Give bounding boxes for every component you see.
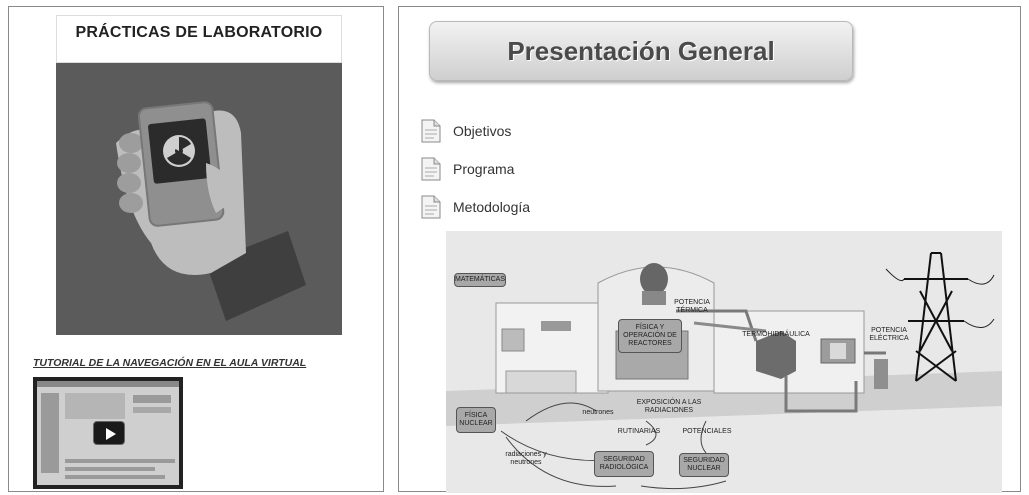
right-panel: Presentación General Objetivos Programa	[398, 6, 1021, 493]
box-seguridad-nuclear[interactable]: SEGURIDAD NUCLEAR	[679, 453, 729, 477]
tutorial-link[interactable]: TUTORIAL DE LA NAVEGACIÓN EN EL AULA VIR…	[33, 357, 306, 369]
label-termohidraulica: TERMOHIDRÁULICA	[742, 331, 810, 338]
menu-label-programa: Programa	[453, 161, 515, 177]
label-exposicion-radiaciones: EXPOSICIÓN A LAS RADIACIONES	[636, 399, 702, 414]
video-sidebar	[41, 393, 59, 473]
menu-label-metodologia: Metodología	[453, 199, 531, 215]
document-icon	[421, 119, 441, 143]
menu-label-objetivos: Objetivos	[453, 123, 512, 139]
menu-item-objetivos[interactable]: Objetivos	[421, 118, 511, 144]
box-matematicas[interactable]: MATEMÁTICAS	[454, 273, 506, 287]
video-block	[65, 475, 165, 479]
video-block	[65, 393, 125, 419]
box-fisica-nuclear[interactable]: FÍSICA NUCLEAR	[456, 407, 496, 433]
play-icon[interactable]	[93, 421, 125, 445]
presentation-header[interactable]: Presentación General	[429, 21, 853, 81]
label-potencia-electrica: POTENCIA ELÉCTRICA	[869, 327, 909, 342]
label-rutinarias: RUTINARIAS	[617, 428, 661, 435]
left-panel: PRÁCTICAS DE LABORATORIO TUTORIAL DE LA …	[8, 6, 384, 492]
box-fisica-operacion-reactores[interactable]: FÍSICA Y OPERACIÓN DE REACTORES	[618, 319, 682, 353]
radiation-phone-icon[interactable]	[56, 63, 342, 335]
document-icon	[421, 157, 441, 181]
video-block	[65, 459, 175, 463]
video-block	[133, 395, 171, 403]
label-potenciales: POTENCIALES	[682, 428, 732, 435]
video-thumbnail[interactable]	[33, 377, 183, 489]
menu-item-metodologia[interactable]: Metodología	[421, 194, 530, 220]
box-seguridad-radiologica[interactable]: SEGURIDAD RADIOLÓGICA	[594, 451, 654, 477]
presentation-title: Presentación General	[507, 36, 775, 66]
menu-item-programa[interactable]: Programa	[421, 156, 514, 182]
video-block	[65, 467, 155, 471]
label-radiaciones-neutrones: radiaciones y neutrones	[505, 451, 547, 466]
lab-title: PRÁCTICAS DE LABORATORIO	[75, 24, 323, 41]
lab-title-box[interactable]: PRÁCTICAS DE LABORATORIO	[56, 15, 342, 63]
video-topbar	[37, 381, 179, 387]
label-neutrones: neutrones	[582, 409, 614, 416]
label-potencia-termica: POTENCIA TÉRMICA	[674, 299, 710, 314]
video-block	[133, 407, 171, 413]
document-icon	[421, 195, 441, 219]
nuclear-plant-diagram[interactable]: MATEMÁTICAS POTENCIA TÉRMICA FÍSICA Y OP…	[446, 231, 1002, 493]
